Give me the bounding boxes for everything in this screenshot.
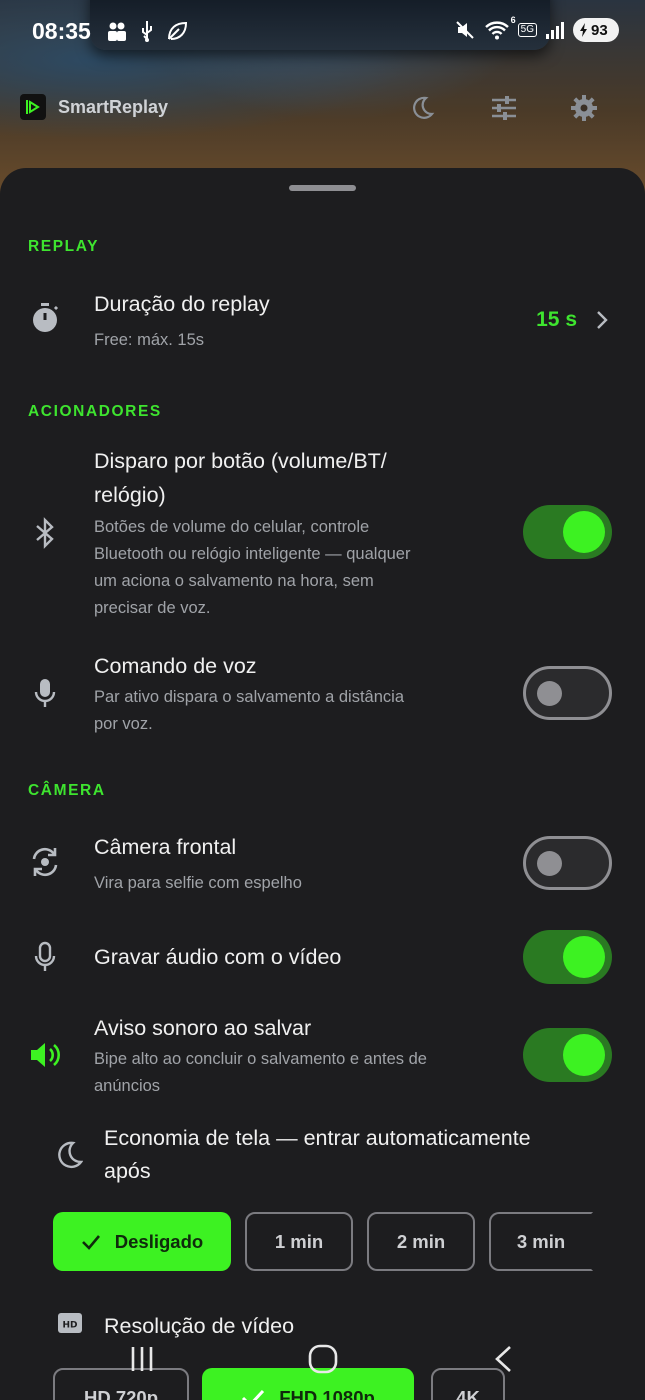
section-title-replay: REPLAY <box>28 238 100 255</box>
button-trigger-title-line1: Disparo por botão (volume/BT/ <box>94 449 387 473</box>
button-trigger-desc-line3: um aciona o salvamento na hora, sem <box>94 572 374 590</box>
screen-saver-option-off[interactable]: Desligado <box>53 1212 231 1271</box>
save-sound-title: Aviso sonoro ao salvar <box>94 1016 312 1040</box>
sheet-drag-handle[interactable] <box>289 185 356 191</box>
wifi-badge: 6 <box>510 15 516 25</box>
section-title-camera: CÂMERA <box>28 782 106 799</box>
chip-label: 3 min <box>516 1230 566 1252</box>
toggle-knob <box>563 936 605 978</box>
app-title: SmartReplay <box>58 97 169 117</box>
front-camera-title: Câmera frontal <box>94 835 237 859</box>
save-sound-desc-line2: anúncios <box>94 1077 161 1095</box>
app-header: SmartReplay <box>0 80 645 136</box>
home-icon[interactable] <box>307 1344 339 1379</box>
button-trigger-desc-line4: precisar de voz. <box>94 599 211 617</box>
system-navigation-bar <box>0 1340 645 1400</box>
toggle-knob <box>537 681 562 706</box>
people-icon <box>108 22 126 41</box>
settings-sheet: REPLAY Duração do replay Free: máx. 15s … <box>0 168 645 1400</box>
section-title-triggers: ACIONADORES <box>28 403 162 420</box>
save-sound-toggle[interactable] <box>523 1028 612 1082</box>
hd-icon: HD <box>56 1309 84 1337</box>
chip-label: 2 min <box>396 1230 446 1252</box>
toggle-knob <box>537 851 562 876</box>
front-camera-toggle[interactable] <box>523 836 612 890</box>
network-badge: 5G <box>517 23 537 37</box>
microphone-icon <box>28 676 62 710</box>
settings-gear-icon[interactable] <box>568 92 600 124</box>
app-logo <box>20 94 46 120</box>
voice-command-title: Comando de voz <box>94 654 257 678</box>
microphone-icon <box>28 940 62 974</box>
bluetooth-icon <box>28 516 62 550</box>
signal-icon <box>546 22 564 39</box>
button-trigger-toggle[interactable] <box>523 505 612 559</box>
check-icon <box>81 1234 100 1250</box>
screen-saver-title-line2: após <box>104 1159 151 1183</box>
sliders-icon[interactable] <box>488 92 520 124</box>
toggle-knob <box>563 1034 605 1076</box>
record-audio-toggle[interactable] <box>523 930 612 984</box>
status-notification-icons <box>106 20 188 42</box>
voice-command-toggle[interactable] <box>523 666 612 720</box>
screen-saver-option-1min[interactable]: 1 min <box>245 1212 353 1271</box>
record-audio-title: Gravar áudio com o vídeo <box>94 945 342 969</box>
front-camera-subtitle: Vira para selfie com espelho <box>94 874 302 892</box>
voice-command-desc-line2: por voz. <box>94 715 153 733</box>
chevron-right-icon <box>595 309 609 336</box>
video-resolution-title: Resolução de vídeo <box>104 1314 295 1338</box>
status-time: 08:35 <box>32 18 91 44</box>
button-trigger-desc-line1: Botões de volume do celular, controle <box>94 518 370 536</box>
chip-label: 1 min <box>274 1230 324 1252</box>
wifi-icon: 6 <box>484 15 516 41</box>
button-trigger-desc-line2: Bluetooth ou relógio inteligente — qualq… <box>94 545 411 563</box>
mute-icon <box>455 21 474 39</box>
moon-icon <box>52 1138 86 1172</box>
leaf-icon <box>168 21 188 40</box>
speaker-icon <box>28 1038 62 1072</box>
replay-duration-subtitle: Free: máx. 15s <box>94 331 205 349</box>
toggle-knob <box>563 511 605 553</box>
screen-saver-title-line1: Economia de tela — entrar automaticament… <box>104 1126 531 1150</box>
camera-switch-icon <box>28 845 62 879</box>
button-trigger-title-line2: relógio) <box>94 483 166 507</box>
screen-saver-option-2min[interactable]: 2 min <box>367 1212 475 1271</box>
back-icon[interactable] <box>492 1344 514 1379</box>
night-mode-icon[interactable] <box>406 92 438 124</box>
save-sound-desc-line1: Bipe alto ao concluir o salvamento e ant… <box>94 1050 427 1068</box>
replay-duration-title: Duração do replay <box>94 292 270 316</box>
replay-duration-value: 15 s <box>536 308 577 331</box>
usb-icon <box>142 21 152 42</box>
svg-text:HD: HD <box>62 1321 77 1331</box>
screen-saver-option-3min[interactable]: 3 min <box>489 1212 593 1271</box>
status-system-icons: 6 5G 93 <box>454 15 619 42</box>
recent-apps-icon[interactable] <box>128 1344 156 1379</box>
stopwatch-icon <box>28 301 62 335</box>
battery-indicator: 93 <box>573 18 619 42</box>
voice-command-desc-line1: Par ativo dispara o salvamento a distânc… <box>94 688 405 706</box>
battery-level: 93 <box>591 21 608 39</box>
chip-label: Desligado <box>114 1230 204 1252</box>
charging-icon <box>580 23 587 37</box>
status-bar: 08:35 6 5G 93 <box>0 0 645 64</box>
